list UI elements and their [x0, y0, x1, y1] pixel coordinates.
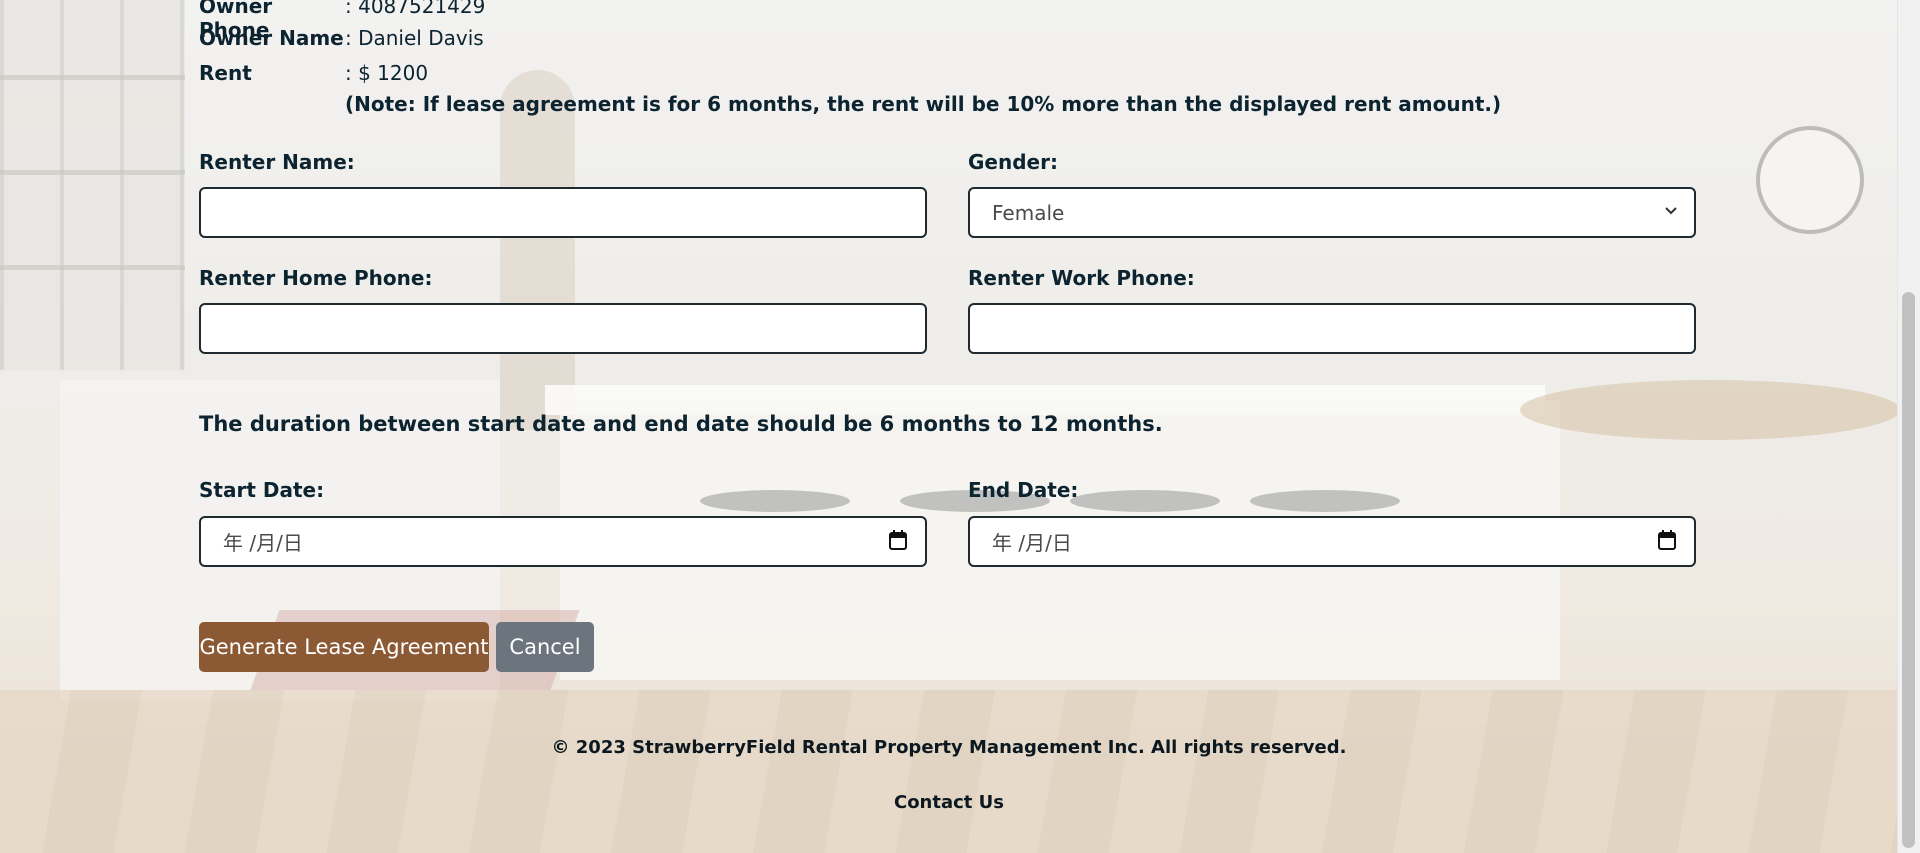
- gender-select[interactable]: Female: [968, 187, 1696, 238]
- chevron-down-icon: [1664, 203, 1678, 222]
- start-date-placeholder: 年 /月/日: [223, 531, 303, 555]
- rent-label: Rent: [199, 61, 252, 85]
- calendar-icon[interactable]: [1658, 530, 1676, 550]
- start-date-input[interactable]: 年 /月/日: [199, 516, 927, 567]
- vertical-scrollbar[interactable]: [1897, 0, 1920, 853]
- owner-name-label: Owner Name: [199, 26, 344, 50]
- calendar-icon[interactable]: [889, 530, 907, 550]
- renter-name-label: Renter Name:: [199, 150, 355, 174]
- lease-form-page: Owner Phone : 4087521429 Owner Name : Da…: [0, 0, 1898, 853]
- scrollbar-thumb[interactable]: [1902, 292, 1915, 848]
- start-date-label: Start Date:: [199, 478, 325, 502]
- generate-lease-button[interactable]: Generate Lease Agreement: [199, 622, 489, 672]
- home-phone-label: Renter Home Phone:: [199, 266, 433, 290]
- gender-label: Gender:: [968, 150, 1058, 174]
- work-phone-label: Renter Work Phone:: [968, 266, 1195, 290]
- rent-note: (Note: If lease agreement is for 6 month…: [345, 92, 1502, 116]
- gender-selected-value: Female: [992, 200, 1065, 225]
- duration-note: The duration between start date and end …: [199, 412, 1163, 436]
- rent-value: : $ 1200: [345, 61, 429, 85]
- end-date-label: End Date:: [968, 478, 1079, 502]
- contact-us-link[interactable]: Contact Us: [0, 792, 1898, 813]
- home-phone-input[interactable]: [199, 303, 927, 354]
- renter-name-input[interactable]: [199, 187, 927, 238]
- rent-row: Rent : $ 1200: [199, 61, 428, 85]
- end-date-placeholder: 年 /月/日: [992, 531, 1072, 555]
- owner-name-row: Owner Name : Daniel Davis: [199, 26, 484, 50]
- end-date-input[interactable]: 年 /月/日: [968, 516, 1696, 567]
- work-phone-input[interactable]: [968, 303, 1696, 354]
- footer-copyright: © 2023 StrawberryField Rental Property M…: [551, 737, 1347, 758]
- owner-name-value: : Daniel Davis: [345, 26, 484, 50]
- cancel-button[interactable]: Cancel: [496, 622, 594, 672]
